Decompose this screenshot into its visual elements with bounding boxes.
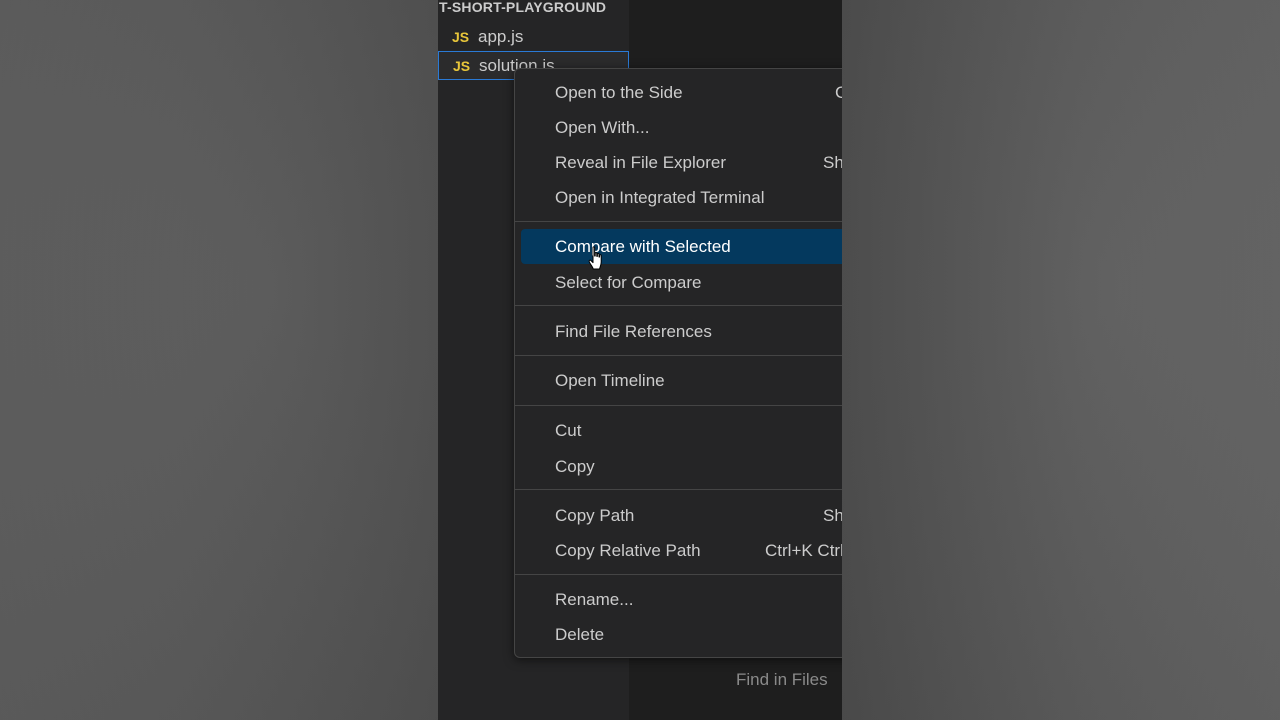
menu-item-open-in-integrated-terminal[interactable]: Open in Integrated Terminal bbox=[521, 180, 842, 215]
menu-item-delete[interactable]: Delete bbox=[521, 617, 842, 652]
menu-item-select-for-compare[interactable]: Select for Compare bbox=[521, 265, 842, 300]
menu-item-label: Cut bbox=[555, 420, 582, 440]
hand-pointer-cursor-icon bbox=[588, 246, 602, 270]
menu-item-shortcut: Ctrl+K Ctrl bbox=[765, 540, 842, 560]
menu-item-shortcut: C bbox=[835, 83, 842, 103]
menu-item-label: Open in Integrated Terminal bbox=[555, 187, 765, 207]
menu-item-label: Copy Relative Path bbox=[555, 540, 701, 560]
menu-item-copy-relative-path[interactable]: Copy Relative Path Ctrl+K Ctrl bbox=[521, 533, 842, 568]
menu-separator bbox=[515, 574, 842, 575]
menu-item-label: Copy bbox=[555, 456, 595, 476]
context-menu: Open to the Side C Open With... Reveal i… bbox=[514, 68, 842, 658]
menu-item-label: Rename... bbox=[555, 589, 634, 609]
menu-item-label: Delete bbox=[555, 624, 605, 644]
menu-item-copy-path[interactable]: Copy Path Sh bbox=[521, 498, 842, 533]
menu-clip: Open to the Side C Open With... Reveal i… bbox=[0, 0, 842, 720]
menu-separator bbox=[515, 489, 842, 490]
menu-item-label: Find File References bbox=[555, 321, 712, 341]
menu-item-open-timeline[interactable]: Open Timeline bbox=[521, 363, 842, 398]
menu-item-cut[interactable]: Cut bbox=[521, 413, 842, 448]
menu-item-label: Select for Compare bbox=[555, 272, 702, 292]
menu-separator bbox=[515, 405, 842, 406]
menu-item-compare-with-selected[interactable]: Compare with Selected bbox=[521, 229, 842, 264]
menu-item-label: Open to the Side bbox=[555, 82, 683, 102]
menu-item-label: Copy Path bbox=[555, 505, 635, 525]
menu-item-label: Compare with Selected bbox=[555, 236, 731, 256]
blurred-background-right bbox=[842, 0, 1280, 720]
menu-item-open-with[interactable]: Open With... bbox=[521, 110, 842, 145]
menu-separator bbox=[515, 355, 842, 356]
menu-item-label: Open Timeline bbox=[555, 370, 665, 390]
menu-item-shortcut: Sh bbox=[823, 152, 842, 172]
menu-item-open-to-the-side[interactable]: Open to the Side C bbox=[521, 75, 842, 110]
menu-item-reveal-in-file-explorer[interactable]: Reveal in File Explorer Sh bbox=[521, 145, 842, 180]
menu-item-rename[interactable]: Rename... bbox=[521, 582, 842, 617]
menu-item-shortcut: Sh bbox=[823, 505, 842, 525]
menu-item-copy[interactable]: Copy bbox=[521, 449, 842, 484]
menu-item-label: Reveal in File Explorer bbox=[555, 152, 727, 172]
menu-separator bbox=[515, 221, 842, 222]
menu-separator bbox=[515, 305, 842, 306]
menu-item-label: Open With... bbox=[555, 117, 650, 137]
menu-item-find-file-references[interactable]: Find File References bbox=[521, 314, 842, 349]
